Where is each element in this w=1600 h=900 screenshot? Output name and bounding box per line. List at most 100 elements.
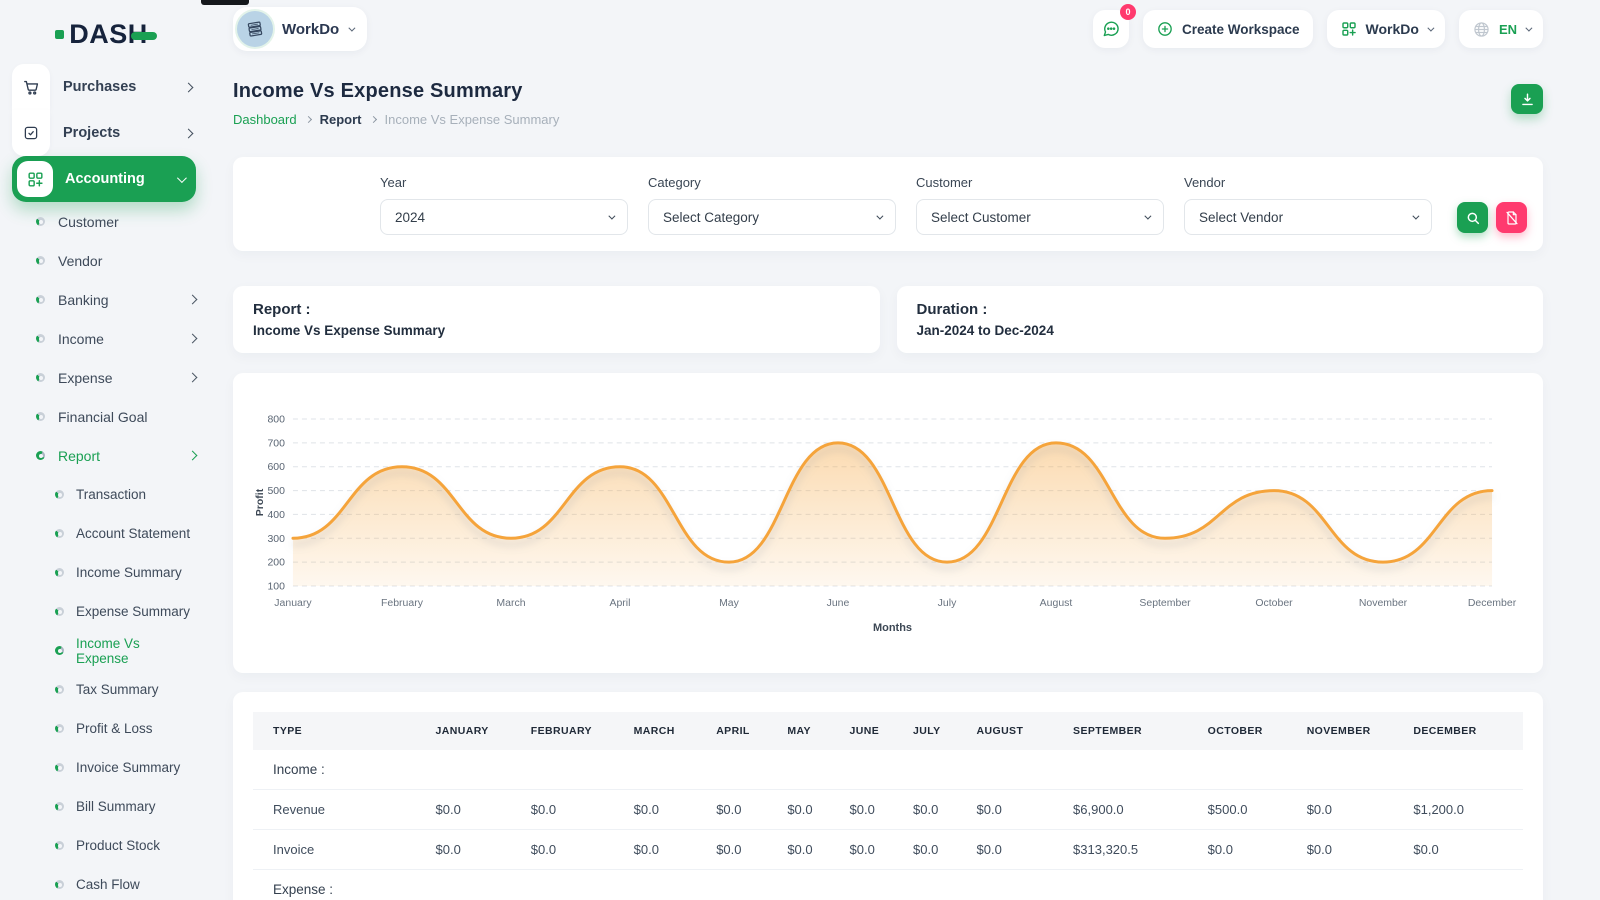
report-card-label: Report : (253, 301, 860, 318)
sidebar-item-customer[interactable]: Customer (12, 202, 196, 241)
sidebar-item-vendor[interactable]: Vendor (12, 241, 196, 280)
svg-text:January: January (274, 598, 312, 609)
cell: $0.0 (767, 830, 829, 870)
download-icon (1519, 91, 1536, 108)
sidebar-item-profit-loss[interactable]: Profit & Loss (12, 709, 196, 748)
bullet-icon (55, 490, 64, 499)
sidebar-item-accounting[interactable]: Accounting (12, 156, 196, 202)
search-icon (1465, 210, 1481, 226)
sidebar-item-banking[interactable]: Banking (12, 280, 196, 319)
column-header-september: SEPTEMBER (1053, 712, 1188, 750)
category-select[interactable]: Select Category (648, 199, 896, 235)
column-header-december: DECEMBER (1393, 712, 1523, 750)
bullet-icon (55, 607, 64, 616)
sidebar-item-transaction[interactable]: Transaction (12, 475, 196, 514)
chevron-down-icon (608, 212, 615, 219)
create-workspace-button[interactable]: Create Workspace (1143, 10, 1313, 48)
filter-label: Year (380, 175, 628, 190)
sidebar-item-label: Invoice Summary (76, 760, 196, 775)
sidebar-item-label: Product Stock (76, 838, 196, 853)
year-select[interactable]: 2024 (380, 199, 628, 235)
sidebar-item-label: Purchases (63, 79, 185, 95)
select-value: Select Category (663, 210, 759, 225)
column-header-march: MARCH (614, 712, 697, 750)
topbar-actions: 0 Create Workspace WorkDo EN (1093, 10, 1543, 48)
bullet-icon (55, 763, 64, 772)
sidebar-item-bill-summary[interactable]: Bill Summary (12, 787, 196, 826)
svg-text:July: July (938, 598, 957, 609)
app-logo[interactable]: DASH (0, 8, 212, 60)
sidebar-item-label: Cash Flow (76, 877, 196, 892)
bullet-icon (55, 685, 64, 694)
breadcrumb-dashboard[interactable]: Dashboard (233, 112, 297, 127)
svg-text:April: April (609, 598, 630, 609)
sidebar-item-label: Income (58, 331, 176, 347)
filter-field-customer: Customer Select Customer (916, 175, 1164, 235)
svg-text:500: 500 (267, 486, 285, 497)
sidebar-item-expense[interactable]: Expense (12, 358, 196, 397)
sidebar-item-projects[interactable]: Projects (12, 110, 196, 156)
cell: $0.0 (830, 830, 894, 870)
breadcrumb: DashboardReportIncome Vs Expense Summary (233, 112, 559, 127)
cell: $500.0 (1188, 790, 1287, 830)
svg-text:February: February (381, 598, 424, 609)
select-value: Select Customer (931, 210, 1031, 225)
column-header-january: JANUARY (416, 712, 511, 750)
svg-text:September: September (1139, 598, 1191, 609)
workdo-menu-button[interactable]: WorkDo (1327, 10, 1445, 48)
sidebar-item-income-vs-expense[interactable]: Income Vs Expense (12, 631, 196, 670)
section-label: Expense : (253, 870, 1523, 900)
sidebar-item-invoice-summary[interactable]: Invoice Summary (12, 748, 196, 787)
sidebar-item-expense-summary[interactable]: Expense Summary (12, 592, 196, 631)
bullet-icon (36, 256, 45, 265)
layers-icon (245, 19, 265, 39)
chevron-down-icon (876, 212, 883, 219)
chevron-right-icon (188, 373, 198, 383)
cell: $0.0 (696, 830, 767, 870)
sidebar-item-purchases[interactable]: Purchases (12, 64, 196, 110)
chevron-right-icon (184, 82, 194, 92)
sidebar-item-income[interactable]: Income (12, 319, 196, 358)
cell: $0.0 (1287, 830, 1394, 870)
chevron-down-icon (1427, 24, 1434, 31)
svg-text:December: December (1468, 598, 1517, 609)
customer-select[interactable]: Select Customer (916, 199, 1164, 235)
sidebar-item-label: Banking (58, 292, 176, 308)
sidebar-item-report[interactable]: Report (12, 436, 196, 475)
screenshot-top-artifact (201, 0, 249, 5)
page-title: Income Vs Expense Summary (233, 80, 559, 103)
download-button[interactable] (1511, 84, 1543, 114)
vendor-select[interactable]: Select Vendor (1184, 199, 1432, 235)
sidebar-item-tax-summary[interactable]: Tax Summary (12, 670, 196, 709)
language-selector[interactable]: EN (1459, 10, 1543, 48)
workspace-avatar (237, 11, 273, 47)
messages-button[interactable]: 0 (1093, 10, 1129, 48)
sidebar-item-label: Account Statement (76, 526, 196, 541)
messages-badge: 0 (1120, 4, 1136, 20)
table-row-invoice: Invoice$0.0$0.0$0.0$0.0$0.0$0.0$0.0$0.0$… (253, 830, 1523, 870)
filter-label: Category (648, 175, 896, 190)
filter-label: Customer (916, 175, 1164, 190)
sidebar-item-cash-flow[interactable]: Cash Flow (12, 865, 196, 900)
sidebar-item-income-summary[interactable]: Income Summary (12, 553, 196, 592)
svg-text:June: June (827, 598, 850, 609)
table-section-row: Expense : (253, 870, 1523, 900)
cart-icon (12, 64, 50, 110)
search-button[interactable] (1457, 202, 1488, 233)
bullet-icon (55, 802, 64, 811)
sidebar-item-product-stock[interactable]: Product Stock (12, 826, 196, 865)
create-workspace-label: Create Workspace (1182, 22, 1300, 37)
sidebar-item-account-statement[interactable]: Account Statement (12, 514, 196, 553)
svg-text:March: March (496, 598, 525, 609)
svg-text:600: 600 (267, 462, 285, 473)
breadcrumb-separator-icon (305, 116, 312, 123)
svg-text:Profit: Profit (255, 488, 266, 516)
svg-text:800: 800 (267, 414, 285, 425)
workspace-switcher[interactable]: WorkDo (233, 7, 367, 51)
reset-button[interactable] (1496, 202, 1527, 233)
sidebar-item-label: Accounting (65, 171, 177, 187)
sidebar-item-financial-goal[interactable]: Financial Goal (12, 397, 196, 436)
bullet-icon (36, 295, 45, 304)
sidebar-item-label: Transaction (76, 487, 196, 502)
svg-text:400: 400 (267, 510, 285, 521)
